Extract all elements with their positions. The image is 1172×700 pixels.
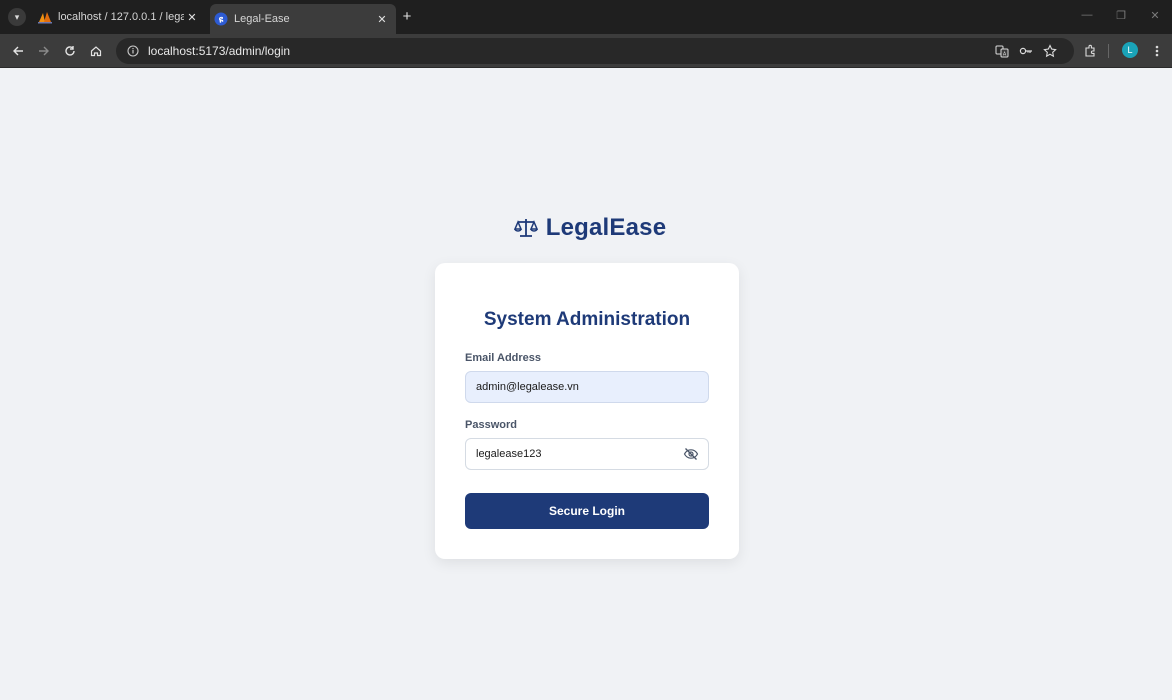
chevron-down-icon: ▾ [14, 11, 20, 22]
close-icon[interactable]: ✕ [184, 11, 200, 24]
brand-logo: LegalEase [500, 212, 680, 244]
home-icon[interactable] [87, 42, 105, 60]
extensions-icon[interactable] [1081, 42, 1099, 60]
site-info-icon[interactable] [122, 45, 144, 57]
tab-search-button[interactable]: ▾ [8, 8, 26, 26]
legalease-favicon: ዩ [214, 12, 228, 26]
tab-legalease[interactable]: ዩ Legal-Ease ✕ [210, 4, 396, 34]
password-label: Password [465, 419, 517, 431]
translate-icon[interactable]: A [993, 42, 1011, 60]
forward-icon[interactable] [35, 42, 53, 60]
email-label: Email Address [465, 352, 542, 364]
profile-avatar[interactable]: L [1122, 42, 1138, 58]
browser-tab-bar: ▾ localhost / 127.0.0.1 / legalease ✕ ዩ … [0, 0, 1172, 34]
minimize-icon[interactable]: — [1080, 9, 1094, 21]
address-bar[interactable]: localhost:5173/admin/login [116, 38, 1074, 64]
toolbar-separator [1108, 44, 1109, 58]
reload-icon[interactable] [61, 42, 79, 60]
tab-title: Legal-Ease [234, 13, 290, 25]
close-icon[interactable]: ✕ [374, 13, 390, 26]
tab-phpmyadmin[interactable]: localhost / 127.0.0.1 / legalease ✕ [34, 6, 206, 28]
email-input[interactable] [465, 371, 709, 403]
restore-icon[interactable]: ❐ [1114, 9, 1128, 22]
login-card: System Administration Email Address Pass… [435, 263, 739, 559]
address-url: localhost:5173/admin/login [148, 44, 291, 58]
back-icon[interactable] [9, 42, 27, 60]
eye-off-icon[interactable] [683, 446, 699, 462]
scales-icon [513, 219, 538, 237]
key-icon[interactable] [1017, 42, 1035, 60]
svg-text:ዩ: ዩ [219, 15, 224, 25]
brand-name: LegalEase [545, 214, 667, 241]
browser-toolbar: localhost:5173/admin/login A [0, 34, 1172, 68]
password-input[interactable] [465, 438, 709, 470]
more-menu-icon[interactable] [1148, 42, 1166, 60]
secure-login-button[interactable]: Secure Login [465, 493, 709, 529]
window-close-icon[interactable]: ✕ [1148, 9, 1162, 22]
bookmark-star-icon[interactable] [1041, 42, 1059, 60]
phpmyadmin-sail-icon [38, 12, 52, 24]
login-title: System Administration [483, 309, 691, 330]
tab-title: localhost / 127.0.0.1 / legalease [58, 11, 184, 23]
new-tab-button[interactable]: + [398, 8, 416, 26]
